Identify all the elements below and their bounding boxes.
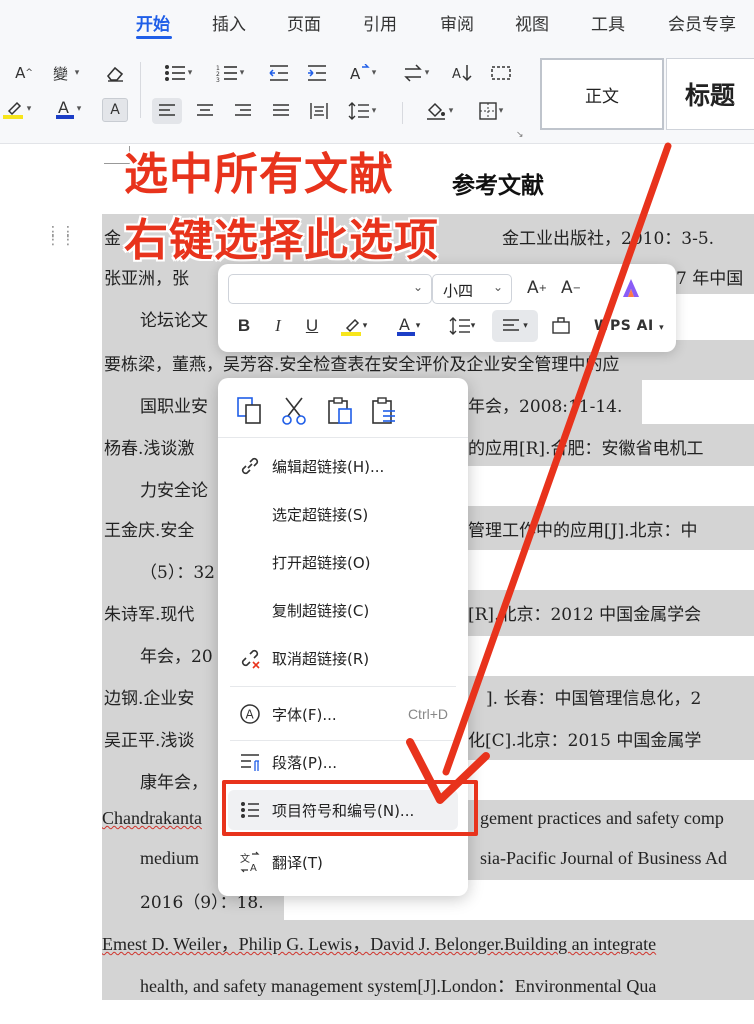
annotation-arrow (406, 142, 672, 804)
